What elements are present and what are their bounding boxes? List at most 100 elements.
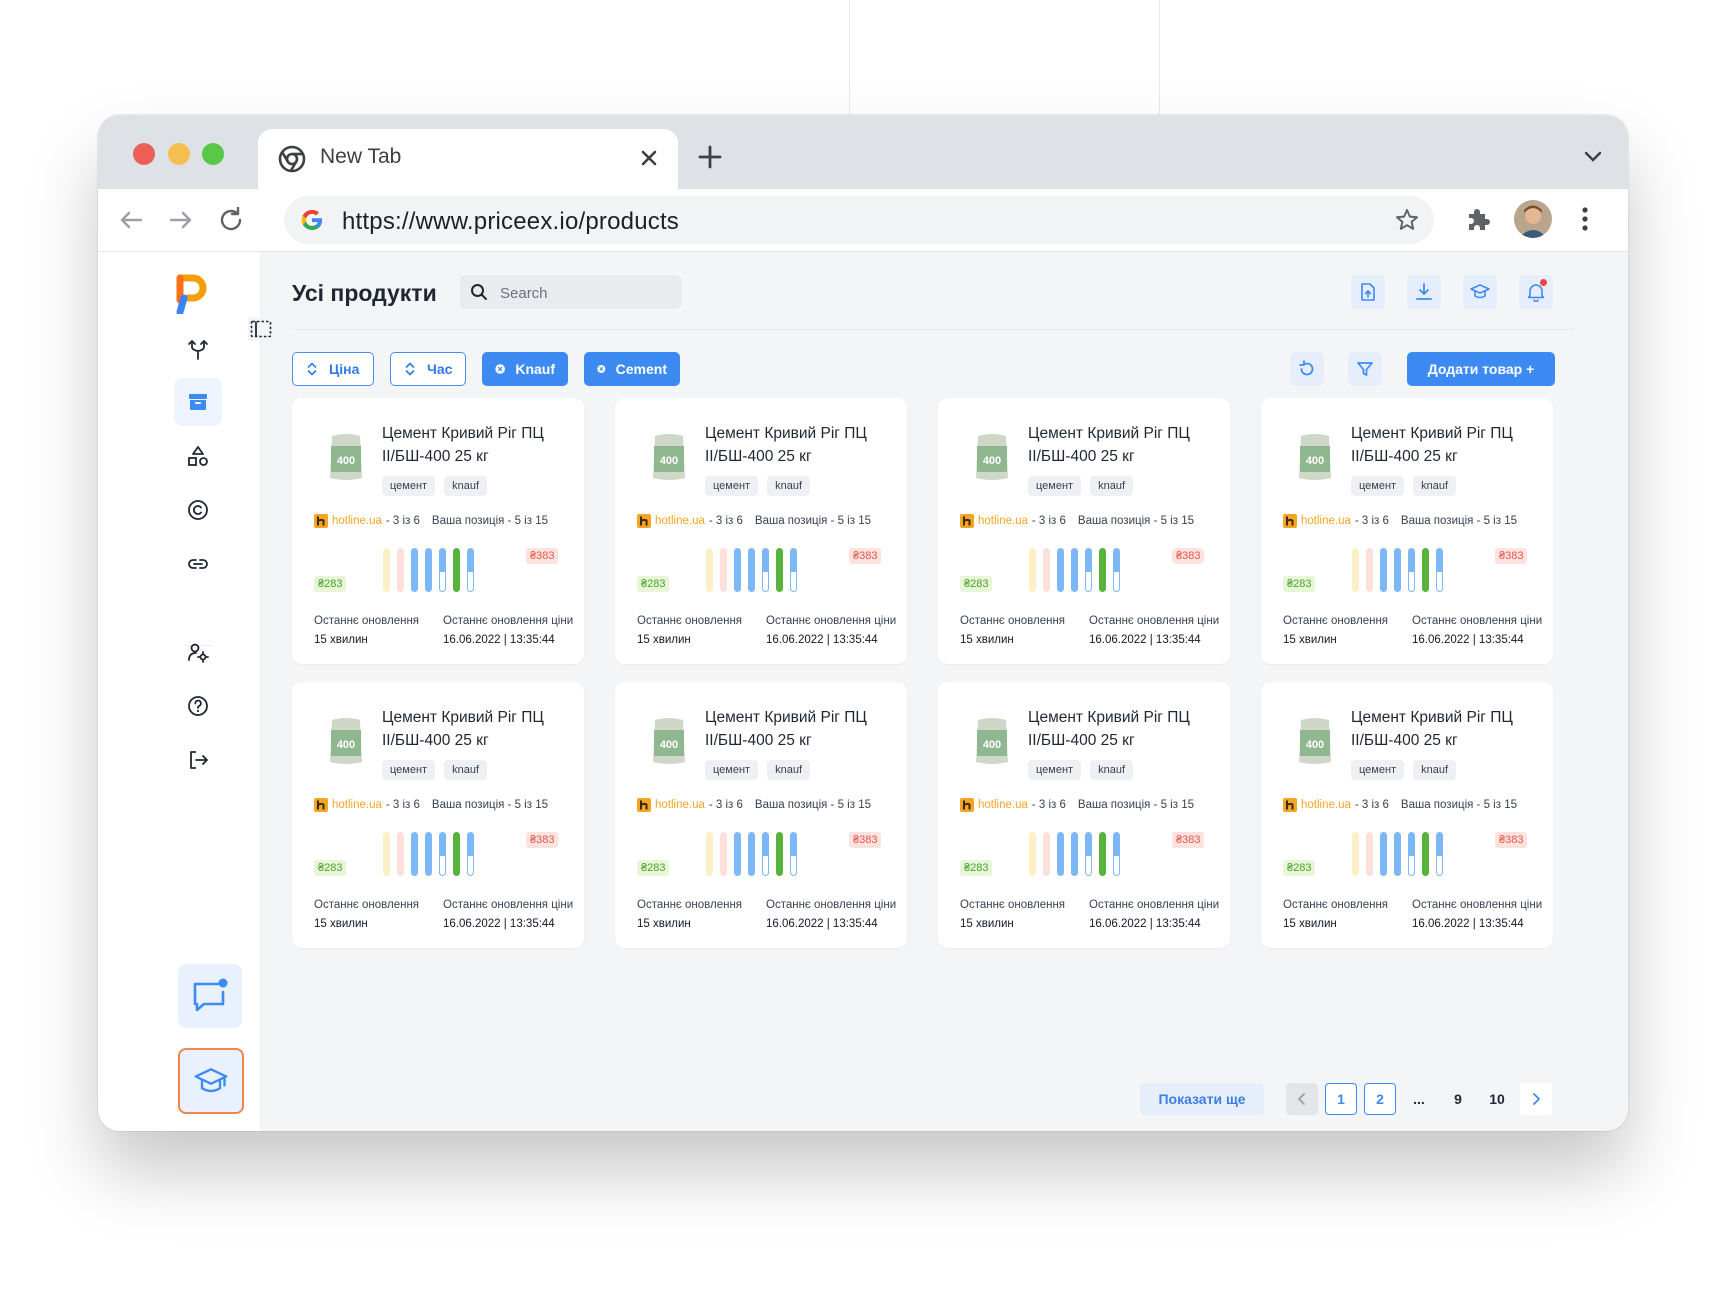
- page-button-1[interactable]: 1: [1325, 1083, 1357, 1115]
- price-bar: [1057, 832, 1064, 876]
- product-card[interactable]: 400 Цемент Кривий Ріг ПЦ ІІ/БШ-400 25 кг це…: [615, 682, 907, 948]
- show-more-button[interactable]: Показати ще: [1140, 1083, 1264, 1115]
- notifications-button[interactable]: [1519, 275, 1553, 309]
- profile-avatar[interactable]: [1514, 200, 1552, 238]
- download-icon: [1416, 283, 1432, 300]
- product-title[interactable]: Цемент Кривий Ріг ПЦ ІІ/БШ-400 25 кг: [382, 422, 572, 468]
- sidebar-item-links[interactable]: [174, 540, 222, 588]
- sort-time-chip[interactable]: Час: [390, 352, 466, 386]
- product-tags: цемент knauf: [382, 476, 488, 496]
- product-title[interactable]: Цемент Кривий Ріг ПЦ ІІ/БШ-400 25 кг: [1351, 422, 1541, 468]
- tag-category: цемент: [382, 760, 436, 780]
- filter-chip-knauf[interactable]: Knauf: [482, 352, 568, 386]
- source-link[interactable]: hotline.ua: [978, 799, 1028, 811]
- collapse-sidebar-button[interactable]: [248, 317, 274, 341]
- tab-strip: New Tab: [98, 115, 1628, 189]
- price-chart: ₴283 ₴383: [637, 544, 887, 596]
- min-price-badge: ₴283: [314, 860, 347, 876]
- product-card[interactable]: 400 Цемент Кривий Ріг ПЦ ІІ/БШ-400 25 кг це…: [938, 398, 1230, 664]
- product-card[interactable]: 400 Цемент Кривий Ріг ПЦ ІІ/БШ-400 25 кг це…: [615, 398, 907, 664]
- minimize-window-button[interactable]: [168, 143, 190, 165]
- sidebar-item-brands[interactable]: [174, 486, 222, 534]
- min-price-badge: ₴283: [960, 576, 993, 592]
- chrome-icon: [278, 145, 306, 173]
- priceex-logo-icon[interactable]: [174, 272, 208, 314]
- filter-funnel-icon: [1357, 362, 1373, 376]
- page-button-2[interactable]: 2: [1364, 1083, 1396, 1115]
- next-page-button[interactable]: [1520, 1083, 1552, 1115]
- address-bar[interactable]: https://www.priceex.io/products: [284, 196, 1434, 244]
- source-link[interactable]: hotline.ua: [1301, 799, 1351, 811]
- browser-menu-icon[interactable]: [1580, 205, 1590, 233]
- close-window-button[interactable]: [133, 143, 155, 165]
- source-link[interactable]: hotline.ua: [978, 515, 1028, 527]
- back-icon[interactable]: [116, 205, 146, 235]
- learning-top-button[interactable]: [1463, 275, 1497, 309]
- chat-button[interactable]: [178, 964, 242, 1028]
- product-title[interactable]: Цемент Кривий Ріг ПЦ ІІ/БШ-400 25 кг: [1028, 706, 1218, 752]
- product-title[interactable]: Цемент Кривий Ріг ПЦ ІІ/БШ-400 25 кг: [1028, 422, 1218, 468]
- product-card[interactable]: 400 Цемент Кривий Ріг ПЦ ІІ/БШ-400 25 кг це…: [292, 398, 584, 664]
- product-card[interactable]: 400 Цемент Кривий Ріг ПЦ ІІ/БШ-400 25 кг це…: [1261, 682, 1553, 948]
- product-title[interactable]: Цемент Кривий Ріг ПЦ ІІ/БШ-400 25 кг: [1351, 706, 1541, 752]
- filter-button[interactable]: [1348, 352, 1382, 386]
- page-button-9[interactable]: 9: [1442, 1083, 1474, 1115]
- download-button[interactable]: [1407, 275, 1441, 309]
- close-tab-icon[interactable]: [634, 143, 664, 173]
- prev-page-button[interactable]: [1286, 1083, 1318, 1115]
- source-link[interactable]: hotline.ua: [332, 799, 382, 811]
- source-link[interactable]: hotline.ua: [1301, 515, 1351, 527]
- reload-icon[interactable]: [216, 205, 246, 235]
- product-title[interactable]: Цемент Кривий Ріг ПЦ ІІ/БШ-400 25 кг: [705, 706, 895, 752]
- product-tags: цемент knauf: [705, 476, 811, 496]
- page-button-10[interactable]: 10: [1481, 1083, 1513, 1115]
- price-bar: [411, 548, 418, 592]
- remove-filter-icon[interactable]: [495, 362, 505, 376]
- product-card[interactable]: 400 Цемент Кривий Ріг ПЦ ІІ/БШ-400 25 кг це…: [938, 682, 1230, 948]
- chevron-down-icon[interactable]: [1582, 145, 1604, 167]
- price-bar: [1043, 832, 1050, 876]
- max-price-badge: ₴383: [849, 832, 882, 848]
- last-price-update: Останнє оновлення ціни 16.06.2022 | 13:35…: [443, 899, 574, 930]
- add-product-button[interactable]: Додати товар +: [1407, 352, 1555, 386]
- bookmark-star-icon[interactable]: [1394, 207, 1420, 233]
- tab-title: New Tab: [320, 145, 402, 168]
- sidebar-item-integrations[interactable]: [174, 326, 222, 374]
- search-box[interactable]: [460, 275, 682, 309]
- sidebar-item-categories[interactable]: [174, 432, 222, 480]
- last-update: Останнє оновлення 15 хвилин: [960, 615, 1066, 646]
- upload-file-button[interactable]: [1351, 275, 1385, 309]
- product-title[interactable]: Цемент Кривий Ріг ПЦ ІІ/БШ-400 25 кг: [705, 422, 895, 468]
- bag-label: 400: [983, 455, 1001, 467]
- remove-filter-icon[interactable]: [597, 362, 606, 376]
- tag-brand: knauf: [767, 760, 811, 780]
- maximize-window-button[interactable]: [202, 143, 224, 165]
- tag-brand: knauf: [444, 476, 488, 496]
- product-card[interactable]: 400 Цемент Кривий Ріг ПЦ ІІ/БШ-400 25 кг це…: [292, 682, 584, 948]
- search-input[interactable]: [498, 281, 672, 305]
- learning-button[interactable]: [178, 1048, 244, 1114]
- filter-chip-cement[interactable]: Cement: [584, 352, 680, 386]
- source-row: hotline.ua - 3 із 6 Ваша позиція - 5 із 15: [314, 798, 548, 812]
- fork-icon: [188, 340, 208, 360]
- sidebar-item-products[interactable]: [174, 378, 222, 426]
- browser-tab[interactable]: New Tab: [258, 129, 678, 189]
- product-card[interactable]: 400 Цемент Кривий Ріг ПЦ ІІ/БШ-400 25 кг це…: [1261, 398, 1553, 664]
- header-divider: [292, 329, 1574, 330]
- source-link[interactable]: hotline.ua: [655, 799, 705, 811]
- source-link[interactable]: hotline.ua: [655, 515, 705, 527]
- refresh-button[interactable]: [1290, 352, 1324, 386]
- price-bar: [776, 832, 783, 876]
- sidebar-item-logout[interactable]: [174, 736, 222, 784]
- sort-price-chip[interactable]: Ціна: [292, 352, 374, 386]
- sidebar-item-help[interactable]: [174, 682, 222, 730]
- new-tab-icon[interactable]: [696, 143, 724, 171]
- source-link[interactable]: hotline.ua: [332, 515, 382, 527]
- price-bar: [439, 548, 446, 592]
- forward-icon[interactable]: [166, 205, 196, 235]
- tag-brand: knauf: [1090, 476, 1134, 496]
- extensions-puzzle-icon[interactable]: [1464, 205, 1492, 233]
- product-tags: цемент knauf: [1028, 476, 1134, 496]
- product-title[interactable]: Цемент Кривий Ріг ПЦ ІІ/БШ-400 25 кг: [382, 706, 572, 752]
- sidebar-item-user-settings[interactable]: [174, 628, 222, 676]
